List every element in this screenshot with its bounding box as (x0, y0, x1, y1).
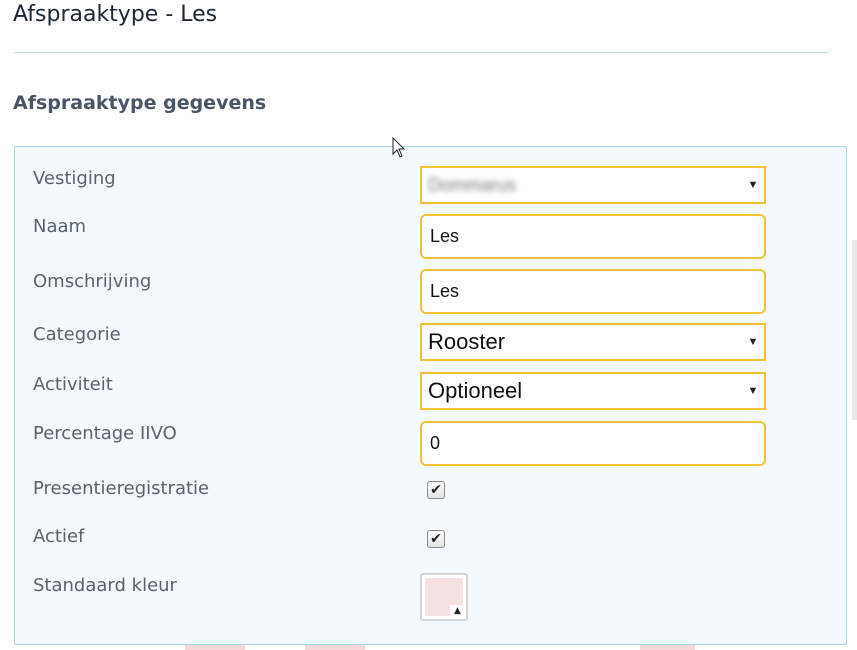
naam-value: Les (430, 226, 460, 246)
vestiging-value: Dommarus (428, 174, 517, 195)
activiteit-select[interactable]: Optioneel ▼ (420, 372, 766, 410)
scrollbar[interactable] (852, 240, 857, 420)
page-title: Afspraaktype - Les (13, 2, 218, 27)
chevron-down-icon: ▼ (747, 179, 759, 191)
categorie-select[interactable]: Rooster ▼ (420, 323, 766, 361)
omschrijving-label: Omschrijving (33, 271, 152, 292)
background-decoration (185, 645, 245, 650)
title-divider (14, 52, 828, 53)
activiteit-value: Optioneel (428, 378, 523, 403)
chevron-down-icon: ▼ (747, 336, 759, 348)
percentage-label: Percentage IIVO (33, 423, 177, 444)
check-icon: ✔ (430, 531, 442, 547)
presentie-checkbox[interactable]: ✔ (427, 481, 445, 499)
background-decoration (305, 645, 365, 650)
check-icon: ✔ (430, 482, 442, 498)
section-title: Afspraaktype gegevens (13, 92, 267, 114)
omschrijving-input[interactable]: Les (420, 269, 766, 314)
percentage-value: 0 (430, 433, 441, 453)
vestiging-select[interactable]: Dommarus ▼ (420, 166, 766, 204)
chevron-down-icon: ▼ (747, 385, 759, 397)
mouse-cursor-icon (392, 137, 406, 158)
page: Afspraaktype - Les Afspraaktype gegevens… (0, 0, 857, 650)
kleur-label: Standaard kleur (33, 575, 177, 596)
color-picker[interactable]: ▲ (420, 573, 468, 621)
caret-up-icon: ▲ (450, 605, 465, 618)
actief-label: Actief (33, 526, 85, 547)
naam-label: Naam (33, 216, 87, 237)
categorie-value: Rooster (428, 329, 506, 354)
vestiging-label: Vestiging (33, 168, 116, 189)
omschrijving-value: Les (430, 281, 460, 301)
naam-input[interactable]: Les (420, 214, 766, 259)
presentie-label: Presentieregistratie (33, 478, 210, 499)
actief-checkbox[interactable]: ✔ (427, 530, 445, 548)
activiteit-label: Activiteit (33, 374, 113, 395)
background-decoration (640, 645, 695, 650)
percentage-input[interactable]: 0 (420, 421, 766, 466)
categorie-label: Categorie (33, 324, 121, 345)
